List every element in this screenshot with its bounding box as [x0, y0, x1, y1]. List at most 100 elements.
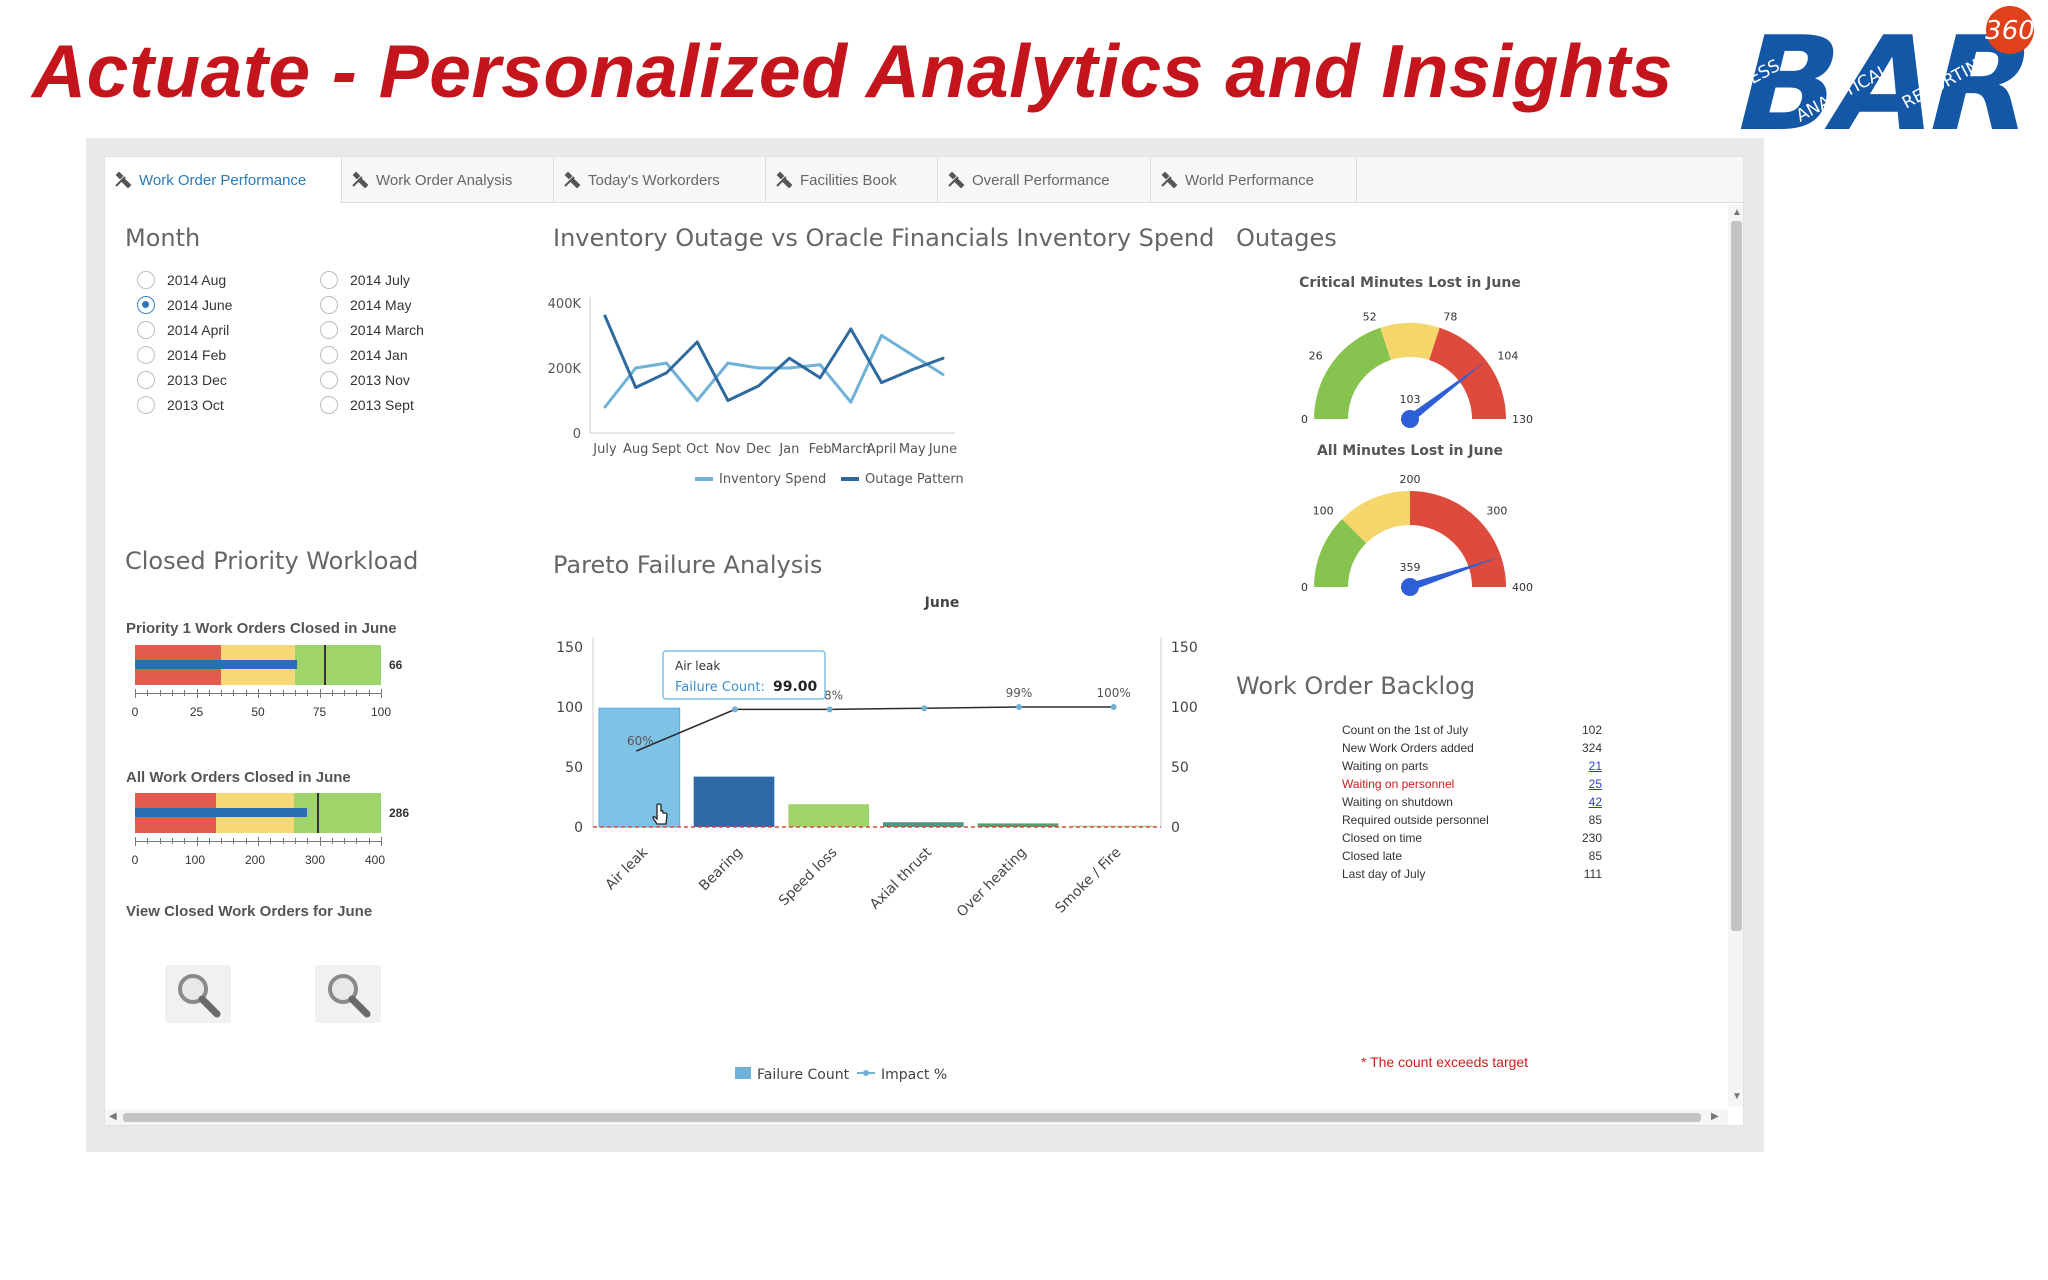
tools-icon	[564, 171, 581, 189]
radio-button[interactable]	[320, 271, 338, 289]
data-point	[849, 327, 853, 331]
pareto-title: Pareto Failure Analysis	[553, 551, 823, 579]
month-option-2014-jan[interactable]: 2014 Jan	[320, 346, 408, 364]
legend-label-inventory-spend: Inventory Spend	[719, 472, 826, 487]
month-option-2013-dec[interactable]: 2013 Dec	[137, 371, 227, 389]
radio-button[interactable]	[137, 371, 155, 389]
month-option-label: 2013 Sept	[350, 397, 414, 413]
month-option-2014-may[interactable]: 2014 May	[320, 296, 411, 314]
bullet-tick	[319, 837, 321, 846]
bullet-tick	[233, 838, 235, 844]
data-point	[941, 356, 945, 360]
radio-button-selected[interactable]	[137, 296, 155, 314]
radio-button[interactable]	[137, 271, 155, 289]
month-option-2014-july[interactable]: 2014 July	[320, 271, 410, 289]
month-option-2013-oct[interactable]: 2013 Oct	[137, 396, 224, 414]
x-tick-label: May	[899, 442, 926, 457]
backlog-row-value-link[interactable]: 42	[1589, 795, 1602, 809]
data-point	[941, 373, 945, 376]
x-tick-label: March	[831, 442, 871, 457]
critical-minutes-gauge: Critical Minutes Lost in June 0 26 52 78 104 1…	[1299, 275, 1533, 428]
tab-world-performance[interactable]: World Performance	[1151, 157, 1357, 203]
radio-button[interactable]	[320, 321, 338, 339]
month-option-2013-sept[interactable]: 2013 Sept	[320, 396, 414, 414]
tab-work-order-performance[interactable]: Work Order Performance	[105, 157, 342, 203]
scroll-up-icon[interactable]: ▲	[1732, 207, 1742, 218]
gauge-hub	[1401, 578, 1419, 596]
backlog-row-label: Closed on time	[1342, 831, 1423, 845]
bullet-tick	[221, 838, 223, 844]
month-option-2014-aug[interactable]: 2014 Aug	[137, 271, 226, 289]
backlog-row-value: 85	[1588, 813, 1602, 827]
bullet-tick	[171, 838, 173, 844]
radio-button[interactable]	[137, 346, 155, 364]
bar-over-heating	[977, 823, 1059, 827]
bullet-tick-label: 100	[370, 705, 392, 719]
tab-work-order-analysis[interactable]: Work Order Analysis	[342, 157, 554, 203]
data-point	[603, 314, 607, 318]
tab-overall-performance[interactable]: Overall Performance	[938, 157, 1151, 203]
month-option-2013-nov[interactable]: 2013 Nov	[320, 371, 410, 389]
vertical-scroll-thumb[interactable]	[1731, 221, 1742, 931]
scroll-down-icon[interactable]: ▼	[1732, 1091, 1742, 1102]
tab-bar: Work Order Performance Work Order Analys…	[105, 157, 1743, 203]
vertical-scrollbar[interactable]: ▲ ▼	[1728, 205, 1743, 1107]
backlog-note: * The count exceeds target	[1361, 1054, 1529, 1070]
radio-button[interactable]	[320, 396, 338, 414]
radio-button[interactable]	[320, 371, 338, 389]
horizontal-scrollbar[interactable]: ◀ ▶	[105, 1109, 1728, 1125]
month-option-label: 2014 Feb	[167, 347, 227, 363]
bullet-tick	[282, 838, 284, 844]
x-tick-label: Speed loss	[776, 845, 841, 910]
backlog-row-value-link[interactable]: 25	[1589, 777, 1602, 791]
radio-button[interactable]	[320, 296, 338, 314]
data-point	[910, 353, 914, 357]
gauge-tick-label: 300	[1486, 505, 1507, 518]
horizontal-scroll-thumb[interactable]	[123, 1113, 1701, 1122]
month-option-2014-june[interactable]: 2014 June	[137, 296, 232, 314]
y-tick-label: 0	[573, 427, 581, 442]
data-point	[910, 368, 914, 372]
backlog-row-value-link[interactable]: 21	[1589, 759, 1602, 773]
bullet-tick	[319, 689, 321, 698]
bullet-tick	[356, 690, 358, 696]
priority1-bullet-chart: 66 0 25 50 75 100	[132, 645, 411, 723]
view-closed-priority-button[interactable]	[165, 965, 231, 1023]
radio-button[interactable]	[137, 396, 155, 414]
backlog-row: Last day of July 111	[1342, 867, 1602, 885]
bullet-tick	[368, 838, 370, 844]
tab-label: Facilities Book	[800, 171, 897, 189]
data-point	[818, 376, 822, 380]
month-option-2014-feb[interactable]: 2014 Feb	[137, 346, 226, 364]
bullet-tick	[307, 690, 309, 696]
scroll-right-icon[interactable]: ▶	[1711, 1111, 1719, 1122]
all-minutes-gauge: All Minutes Lost in June 0 100 200 300 400 359	[1301, 443, 1533, 596]
tab-facilities-book[interactable]: Facilities Book	[766, 157, 938, 203]
data-point	[726, 361, 730, 365]
radio-button[interactable]	[137, 321, 155, 339]
month-option-label: 2014 June	[167, 297, 233, 313]
bullet-tick-label: 75	[312, 705, 327, 719]
data-point	[726, 399, 730, 402]
tab-todays-workorders[interactable]: Today's Workorders	[554, 157, 766, 203]
month-option-label: 2013 Nov	[350, 372, 410, 388]
bullet-tick	[184, 690, 186, 696]
bullet-target-marker	[324, 645, 327, 685]
month-option-2014-march[interactable]: 2014 March	[320, 321, 424, 339]
bullet-tick	[245, 838, 247, 844]
gauge-tick-label: 78	[1443, 310, 1457, 323]
backlog-row-label: Last day of July	[1342, 867, 1426, 881]
slide-title: Actuate - Personalized Analytics and Ins…	[32, 29, 1673, 113]
tools-icon	[776, 171, 793, 189]
data-point	[880, 381, 884, 385]
magnifier-icon	[178, 974, 221, 1018]
radio-button[interactable]	[320, 346, 338, 364]
data-point	[603, 405, 607, 409]
bullet-tick	[233, 690, 235, 696]
view-closed-all-button[interactable]	[315, 965, 381, 1023]
x-tick-label: Axial thrust	[867, 844, 936, 913]
scroll-left-icon[interactable]: ◀	[109, 1111, 117, 1122]
backlog-row-label: Required outside personnel	[1342, 813, 1489, 827]
month-option-2014-april[interactable]: 2014 April	[137, 321, 229, 339]
data-point	[849, 400, 853, 404]
